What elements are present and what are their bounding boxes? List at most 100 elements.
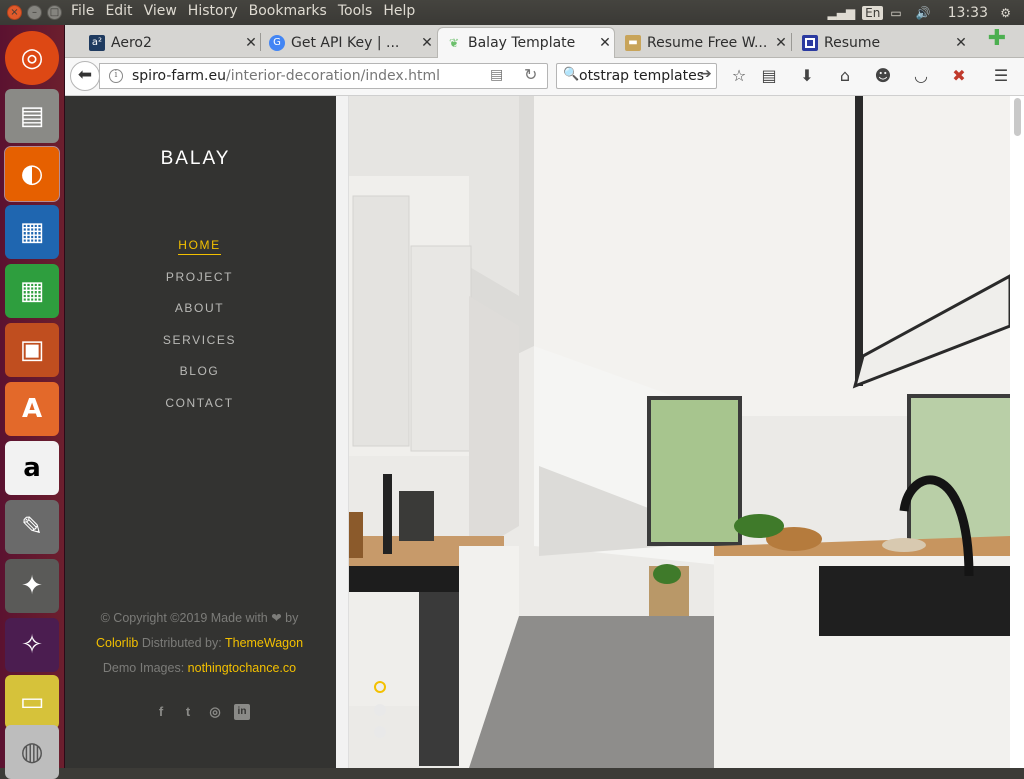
nav-blog[interactable]: BLOG — [65, 364, 334, 396]
files-icon[interactable]: ▤ — [5, 89, 59, 143]
impress-icon[interactable]: ▣ — [5, 323, 59, 377]
url-bar[interactable]: spiro-farm.eu/interior-decoration/index.… — [99, 63, 548, 89]
hamburger-menu-icon[interactable]: ☰ — [989, 64, 1013, 88]
site-nav: HOME PROJECT ABOUT SERVICES BLOG CONTACT — [65, 238, 334, 428]
site-logo[interactable]: BALAY — [65, 148, 326, 170]
tab-title: Resume — [824, 34, 881, 51]
distributed-text: Distributed by: — [138, 636, 225, 650]
software-center-icon[interactable]: A — [5, 382, 59, 436]
menu-bookmarks[interactable]: Bookmarks — [249, 3, 327, 19]
linkedin-icon[interactable]: in — [234, 704, 250, 720]
system-tray: ▂▄▆ En ▭ 🔊 13:33 ⚙ — [820, 0, 1024, 25]
workspace-switcher-icon[interactable]: ▭ — [5, 675, 59, 729]
menu-file[interactable]: File — [71, 3, 94, 19]
sidebar-divider — [336, 96, 349, 768]
close-tab-icon[interactable]: ✕ — [952, 35, 970, 51]
gimp-icon[interactable]: ✦ — [5, 559, 59, 613]
social-links: f t ◎ in — [153, 704, 250, 720]
site-sidebar: BALAY HOME PROJECT ABOUT SERVICES BLOG C… — [65, 96, 336, 768]
downloads-icon[interactable]: ⬇ — [795, 64, 819, 88]
amazon-icon[interactable]: a — [5, 441, 59, 495]
tab-title: Resume Free W... — [647, 34, 768, 51]
slider-dot-2[interactable] — [374, 704, 386, 716]
close-tab-icon[interactable]: ✕ — [242, 35, 260, 51]
demo-images-text: Demo Images: — [102, 661, 188, 675]
gear-icon[interactable]: ⚙ — [1000, 6, 1011, 20]
settings-icon[interactable]: ✎ — [5, 500, 59, 554]
menu-view[interactable]: View — [144, 3, 177, 19]
nothingtochance-link[interactable]: nothingtochance.co — [188, 661, 296, 675]
addon-icon[interactable]: ✖ — [947, 64, 971, 88]
search-input[interactable]: otstrap templates — [556, 63, 717, 89]
facebook-icon[interactable]: f — [153, 704, 169, 720]
menu-edit[interactable]: Edit — [105, 3, 132, 19]
tab-resume[interactable]: Resume ✕ — [794, 27, 970, 58]
navigation-toolbar: spiro-farm.eu/interior-decoration/index.… — [65, 58, 1024, 96]
reload-icon[interactable]: ↻ — [524, 65, 537, 84]
nav-services[interactable]: SERVICES — [65, 333, 334, 365]
hero-slider-image — [349, 96, 1010, 768]
unity-launcher: ◎ ▤ ◐ ▦ ▦ ▣ A a ✎ ✦ ✧ ▭ ◍ — [0, 25, 65, 779]
footer-credits: © Copyright ©2019 Made with ❤ by Colorli… — [65, 606, 334, 681]
nav-about[interactable]: ABOUT — [65, 301, 334, 333]
pocket-icon[interactable]: ◡ — [909, 64, 933, 88]
web-page: BALAY HOME PROJECT ABOUT SERVICES BLOG C… — [65, 96, 1024, 768]
new-tab-button[interactable]: ✚ — [985, 27, 1009, 51]
tab-bar: a² Aero2 ✕ G Get API Key | ... ✕ ❦ Balay… — [65, 25, 1024, 58]
ubuntu-dash-icon[interactable]: ◎ — [5, 31, 59, 85]
nav-home[interactable]: HOME — [65, 238, 334, 270]
copyright-text: © Copyright ©2019 Made with ❤ by — [100, 611, 299, 625]
url-host: spiro-farm.eu — [132, 68, 226, 84]
keyboard-layout-indicator[interactable]: En — [862, 5, 884, 20]
tab-aero2[interactable]: a² Aero2 ✕ — [81, 27, 260, 58]
nav-contact[interactable]: CONTACT — [65, 396, 334, 428]
tab-resume-free[interactable]: ▬ Resume Free W... ✕ — [617, 27, 790, 58]
twitter-icon[interactable]: t — [180, 704, 196, 720]
nav-project[interactable]: PROJECT — [65, 270, 334, 302]
square-icon — [802, 34, 818, 51]
slider-dot-3[interactable] — [374, 726, 386, 738]
close-tab-icon[interactable]: ✕ — [596, 35, 614, 51]
firefox-icon[interactable]: ◐ — [4, 146, 60, 202]
menu-tools[interactable]: Tools — [338, 3, 373, 19]
clock[interactable]: 13:33 — [948, 5, 988, 21]
reader-view-icon[interactable]: ▤ — [490, 67, 503, 83]
calc-icon[interactable]: ▦ — [5, 264, 59, 318]
close-tab-icon[interactable]: ✕ — [418, 35, 436, 51]
tab-balay-template[interactable]: ❦ Balay Template ✕ — [437, 27, 615, 58]
trash-icon[interactable]: ◍ — [5, 725, 59, 779]
search-go-icon[interactable]: ➔ — [700, 66, 712, 82]
chat-icon[interactable]: ☻ — [871, 64, 895, 88]
menu-help[interactable]: Help — [383, 3, 415, 19]
back-button[interactable]: ⬅ — [70, 61, 100, 91]
network-icon[interactable]: ▂▄▆ — [827, 6, 855, 20]
tab-title: Aero2 — [111, 34, 152, 51]
system-top-bar: × – □ File Edit View History Bookmarks T… — [0, 0, 1024, 25]
volume-icon[interactable]: 🔊 — [916, 6, 931, 20]
close-tab-icon[interactable]: ✕ — [772, 35, 790, 51]
scrollbar-thumb[interactable] — [1014, 98, 1021, 136]
kitchen-interior-image — [349, 96, 1010, 768]
wizard-app-icon[interactable]: ✧ — [5, 618, 59, 672]
aero2-favicon-icon: a² — [89, 34, 105, 51]
battery-icon[interactable]: ▭ — [890, 6, 901, 20]
instagram-icon[interactable]: ◎ — [207, 704, 223, 720]
site-info-icon[interactable]: i — [109, 69, 123, 83]
menu-history[interactable]: History — [188, 3, 238, 19]
application-menu: File Edit View History Bookmarks Tools H… — [71, 3, 426, 19]
url-path: /interior-decoration/index.html — [226, 68, 440, 84]
colorlib-link[interactable]: Colorlib — [96, 636, 138, 650]
maximize-window-button[interactable]: □ — [47, 5, 62, 20]
tab-get-api-key[interactable]: G Get API Key | ... ✕ — [261, 27, 436, 58]
close-window-button[interactable]: × — [7, 5, 22, 20]
writer-icon[interactable]: ▦ — [5, 205, 59, 259]
themewagon-link[interactable]: ThemeWagon — [225, 636, 303, 650]
bookmark-star-icon[interactable]: ☆ — [727, 64, 751, 88]
home-icon[interactable]: ⌂ — [833, 64, 857, 88]
minimize-window-button[interactable]: – — [27, 5, 42, 20]
page-scrollbar[interactable] — [1010, 96, 1024, 768]
slider-dot-1[interactable] — [374, 681, 386, 693]
document-icon: ▬ — [625, 34, 641, 51]
google-favicon-icon: G — [269, 34, 285, 51]
bookmarks-menu-icon[interactable]: ▤ — [757, 64, 781, 88]
